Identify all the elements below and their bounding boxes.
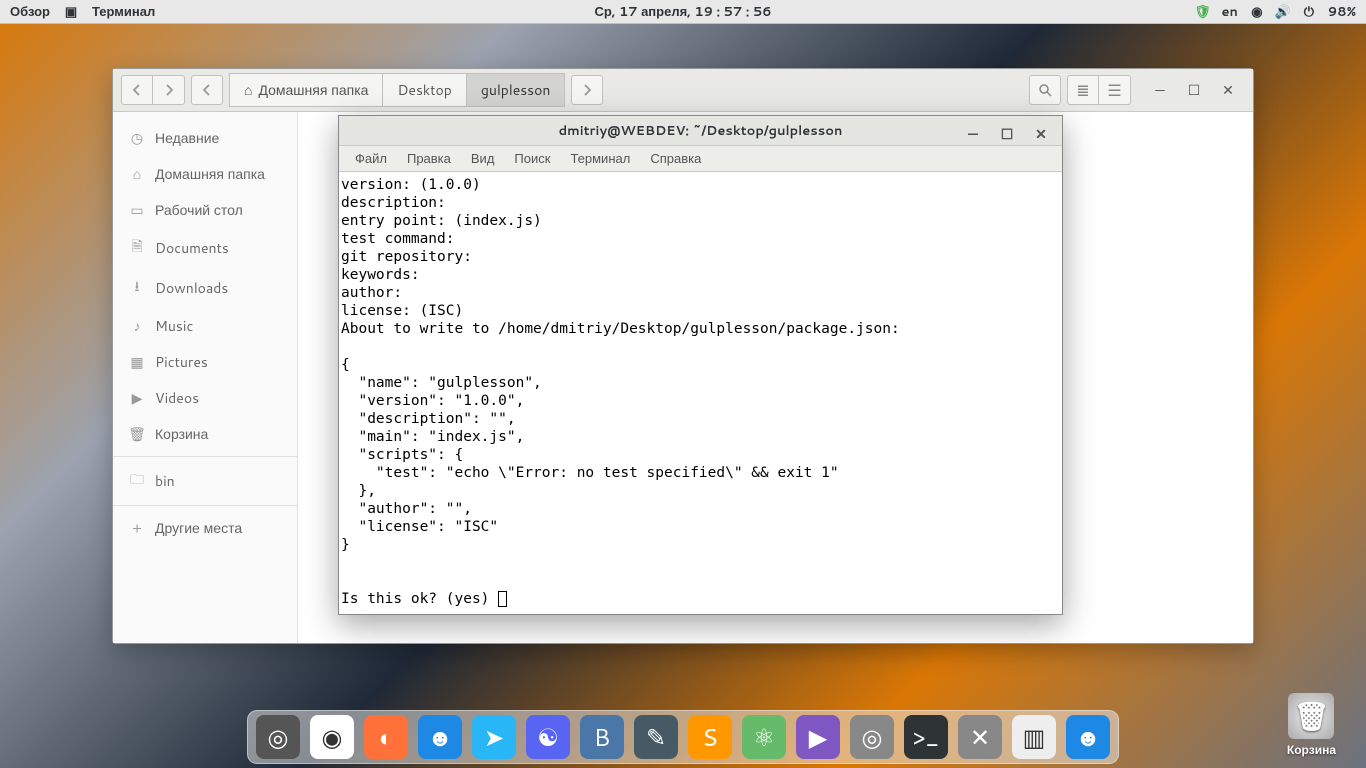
term-minimize-button[interactable]: — bbox=[956, 119, 990, 149]
sidebar-item-label: Pictures bbox=[155, 352, 208, 372]
active-app-name[interactable]: Терминал bbox=[92, 3, 155, 21]
sidebar-item-other[interactable]: + Другие места bbox=[113, 510, 297, 546]
dock-item-finder2[interactable]: ☻ bbox=[1066, 715, 1110, 759]
crumb-home[interactable]: ⌂ Домашняя папка bbox=[229, 73, 383, 107]
sidebar-item-label: Videos bbox=[155, 388, 199, 408]
terminal-cursor bbox=[498, 591, 507, 607]
crumb-current[interactable]: gulplesson bbox=[467, 73, 566, 107]
fm-maximize-button[interactable]: ☐ bbox=[1177, 75, 1211, 105]
sidebar-item-label: Music bbox=[155, 316, 193, 336]
battery-percent: 98% bbox=[1328, 3, 1356, 21]
search-button[interactable] bbox=[1029, 75, 1061, 105]
dock-item-finder[interactable]: ☻ bbox=[418, 715, 462, 759]
terminal-window: dmitriy@WEBDEV: ~/Desktop/gulplesson — ☐… bbox=[338, 115, 1063, 615]
sidebar-item-label: bin bbox=[155, 471, 175, 491]
terminal-title-text: dmitriy@WEBDEV: ~/Desktop/gulplesson bbox=[559, 122, 843, 140]
sidebar-item-downloads[interactable]: ⭳ Downloads bbox=[113, 268, 297, 308]
dock-item-vk[interactable]: B bbox=[580, 715, 624, 759]
dock-item-telegram[interactable]: ➤ bbox=[472, 715, 516, 759]
dock-item-editor[interactable]: ✎ bbox=[634, 715, 678, 759]
clock[interactable]: Ср, 17 апреля, 19 : 57 : 56 bbox=[594, 3, 771, 21]
view-menu-button[interactable]: ☰ bbox=[1099, 75, 1131, 105]
dock-item-palette[interactable]: ▥ bbox=[1012, 715, 1056, 759]
pictures-icon: ▦ bbox=[129, 352, 145, 372]
sidebar-item-home[interactable]: ⌂ Домашняя папка bbox=[113, 156, 297, 192]
activities-button[interactable]: Обзор bbox=[10, 3, 50, 21]
dock-item-phpstorm[interactable]: ▶ bbox=[796, 715, 840, 759]
dock-item-chrome[interactable]: ◉ bbox=[310, 715, 354, 759]
home-icon: ⌂ bbox=[244, 80, 252, 100]
crumb-home-label: Домашняя папка bbox=[258, 80, 368, 100]
accessibility-icon[interactable]: ◉ bbox=[1250, 5, 1264, 19]
nav-forward-button[interactable] bbox=[153, 75, 185, 105]
sidebar-item-label: Корзина bbox=[155, 424, 208, 444]
sidebar-item-documents[interactable]: 🗎 Documents bbox=[113, 228, 297, 268]
fm-minimize-button[interactable]: — bbox=[1143, 75, 1177, 105]
dock-item-terminal[interactable]: >_ bbox=[904, 715, 948, 759]
volume-icon[interactable]: 🔊 bbox=[1276, 5, 1290, 19]
gnome-top-panel: Обзор ▣ Терминал Ср, 17 апреля, 19 : 57 … bbox=[0, 0, 1366, 24]
dock-item-atom[interactable]: ⚛ bbox=[742, 715, 786, 759]
sidebar-item-recent[interactable]: ◷ Недавние bbox=[113, 120, 297, 156]
desktop-icon: ▭ bbox=[129, 200, 145, 220]
menu-edit[interactable]: Правка bbox=[397, 146, 461, 172]
documents-icon: 🗎 bbox=[129, 236, 145, 260]
trash-icon: 🗑 bbox=[129, 424, 145, 444]
term-maximize-button[interactable]: ☐ bbox=[990, 119, 1024, 149]
sidebar-item-pictures[interactable]: ▦ Pictures bbox=[113, 344, 297, 380]
dock-item-launcher[interactable]: ◎ bbox=[256, 715, 300, 759]
breadcrumb: ⌂ Домашняя папка Desktop gulplesson bbox=[229, 73, 565, 107]
sidebar-item-label: Рабочий стол bbox=[155, 200, 243, 220]
dock-item-settings[interactable]: ✕ bbox=[958, 715, 1002, 759]
dock: ◎◉◐☻➤☯B✎S⚛▶◎>_✕▥☻ bbox=[247, 710, 1119, 764]
sidebar-item-desktop[interactable]: ▭ Рабочий стол bbox=[113, 192, 297, 228]
menu-terminal[interactable]: Терминал bbox=[560, 146, 640, 172]
terminal-output[interactable]: version: (1.0.0) description: entry poin… bbox=[339, 172, 1062, 614]
desktop-trash[interactable]: 🗑 Корзина bbox=[1287, 693, 1336, 758]
folder-icon: 🗀 bbox=[129, 469, 145, 493]
terminal-titlebar[interactable]: dmitriy@WEBDEV: ~/Desktop/gulplesson — ☐… bbox=[339, 116, 1062, 146]
keyboard-layout[interactable]: en bbox=[1221, 3, 1237, 21]
terminal-app-icon: ▣ bbox=[64, 5, 78, 19]
power-icon[interactable]: ⏻ bbox=[1302, 5, 1316, 19]
nav-back-button[interactable] bbox=[121, 75, 153, 105]
term-close-button[interactable]: ✕ bbox=[1024, 119, 1058, 149]
dock-item-firefox[interactable]: ◐ bbox=[364, 715, 408, 759]
fm-sidebar: ◷Недавние ⌂Домашняя папка ▭Рабочий стол … bbox=[113, 112, 298, 643]
sidebar-item-bin[interactable]: 🗀 bin bbox=[113, 461, 297, 506]
clock-icon: ◷ bbox=[129, 128, 145, 148]
sidebar-item-label: Documents bbox=[155, 238, 229, 258]
fm-close-button[interactable]: ✕ bbox=[1211, 75, 1245, 105]
dock-item-owl[interactable]: ◎ bbox=[850, 715, 894, 759]
sidebar-item-videos[interactable]: ▶ Videos bbox=[113, 380, 297, 416]
sidebar-item-label: Другие места bbox=[155, 518, 242, 538]
sidebar-item-label: Downloads bbox=[155, 278, 228, 298]
menu-view[interactable]: Вид bbox=[461, 146, 505, 172]
terminal-menubar: Файл Правка Вид Поиск Терминал Справка bbox=[339, 146, 1062, 172]
dock-item-sublime[interactable]: S bbox=[688, 715, 732, 759]
music-icon: ♪ bbox=[129, 316, 145, 336]
crumb-desktop[interactable]: Desktop bbox=[383, 73, 466, 107]
menu-file[interactable]: Файл bbox=[345, 146, 397, 172]
view-list-button[interactable]: ≣ bbox=[1067, 75, 1099, 105]
plus-icon: + bbox=[129, 518, 145, 538]
path-start-button[interactable] bbox=[191, 75, 223, 105]
dock-item-discord[interactable]: ☯ bbox=[526, 715, 570, 759]
menu-help[interactable]: Справка bbox=[640, 146, 711, 172]
sidebar-item-label: Недавние bbox=[155, 128, 219, 148]
trash-icon: 🗑 bbox=[1288, 693, 1334, 739]
home-icon: ⌂ bbox=[129, 164, 145, 184]
sidebar-item-label: Домашняя папка bbox=[155, 164, 265, 184]
downloads-icon: ⭳ bbox=[129, 276, 145, 300]
path-end-button[interactable] bbox=[571, 75, 603, 105]
fm-header: ⌂ Домашняя папка Desktop gulplesson ≣ ☰ … bbox=[113, 69, 1253, 112]
menu-search[interactable]: Поиск bbox=[504, 146, 560, 172]
trash-label: Корзина bbox=[1287, 741, 1336, 758]
videos-icon: ▶ bbox=[129, 388, 145, 408]
sidebar-item-trash[interactable]: 🗑 Корзина bbox=[113, 416, 297, 457]
shield-icon[interactable]: 🛡 bbox=[1195, 5, 1209, 19]
sidebar-item-music[interactable]: ♪ Music bbox=[113, 308, 297, 344]
